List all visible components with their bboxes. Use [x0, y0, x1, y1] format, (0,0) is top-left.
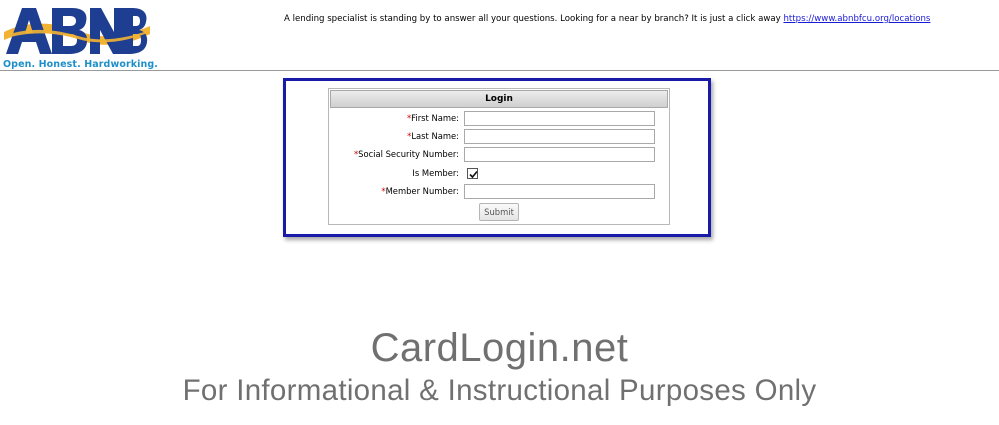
locations-link[interactable]: https://www.abnbfcu.org/locations	[783, 14, 930, 24]
notice-text: A lending specialist is standing by to a…	[284, 14, 781, 24]
is-member-label: Is Member:	[412, 168, 459, 178]
abnb-logo[interactable]: Open. Honest. Hardworking.	[2, 2, 158, 70]
ssn-input[interactable]	[464, 147, 655, 162]
last-name-input[interactable]	[464, 129, 655, 144]
logo-tagline: Open. Honest. Hardworking.	[3, 59, 158, 70]
ssn-row: *Social Security Number:	[329, 147, 669, 163]
login-panel: Login *First Name: *Last Name: *Social S…	[328, 88, 670, 225]
submit-button[interactable]: Submit	[479, 203, 519, 221]
watermark-subtitle: For Informational & Instructional Purpos…	[182, 374, 817, 407]
last-name-label: *Last Name:	[407, 131, 459, 141]
login-title: Login	[330, 90, 668, 108]
watermark-title: CardLogin.net	[370, 326, 629, 370]
member-number-input[interactable]	[464, 184, 655, 199]
ssn-label: *Social Security Number:	[353, 149, 459, 159]
page-header: Open. Honest. Hardworking. A lending spe…	[0, 0, 999, 71]
member-number-row: *Member Number:	[329, 184, 669, 200]
member-number-label: *Member Number:	[381, 186, 459, 196]
header-notice: A lending specialist is standing by to a…	[284, 14, 930, 24]
first-name-input[interactable]	[464, 111, 655, 126]
is-member-checkbox[interactable]	[467, 168, 478, 179]
last-name-row: *Last Name:	[329, 129, 669, 145]
first-name-label: *First Name:	[406, 113, 459, 123]
abnb-logo-icon	[4, 8, 150, 54]
checkmark-icon	[469, 170, 478, 179]
is-member-row: Is Member:	[329, 166, 669, 182]
first-name-row: *First Name:	[329, 111, 669, 127]
